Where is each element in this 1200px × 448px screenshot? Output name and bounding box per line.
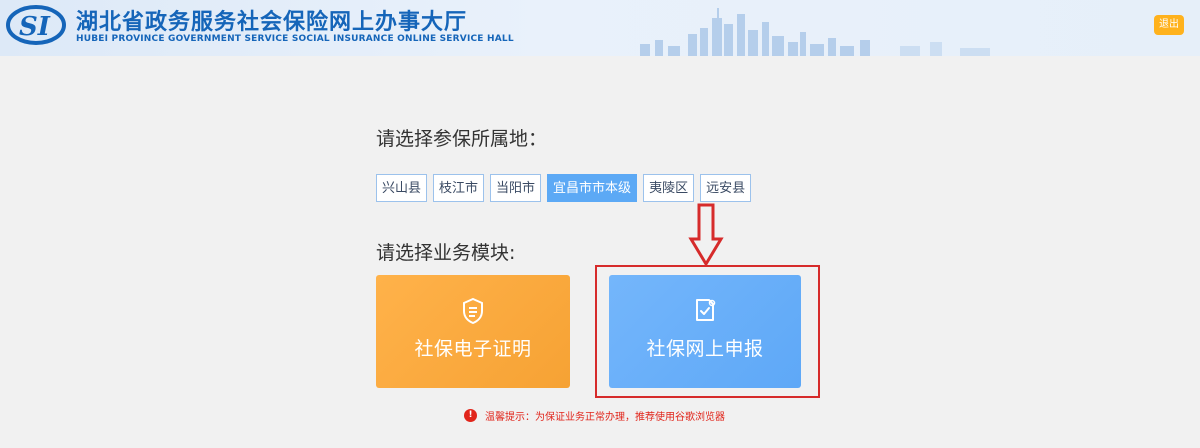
- region-option-yiling[interactable]: 夷陵区: [643, 174, 695, 202]
- city-skyline-decoration: [640, 8, 990, 56]
- site-subtitle: HUBEI PROVINCE GOVERNMENT SERVICE SOCIAL…: [76, 34, 514, 44]
- highlight-annotation-box: [595, 265, 820, 398]
- certificate-shield-icon: [463, 298, 483, 324]
- region-option-yuanan[interactable]: 远安县: [700, 174, 752, 202]
- region-heading: 请选择参保所属地：: [376, 128, 548, 150]
- logout-button[interactable]: 退出: [1154, 15, 1184, 35]
- notice-text: 温馨提示：为保证业务正常办理，推荐使用谷歌浏览器: [485, 412, 725, 423]
- region-option-yichang-city[interactable]: 宜昌市市本级: [547, 174, 638, 202]
- down-arrow-annotation: [688, 203, 724, 267]
- card-label: 社保电子证明: [414, 338, 532, 360]
- e-certificate-card[interactable]: 社保电子证明: [376, 275, 570, 388]
- module-heading: 请选择业务模块:: [376, 242, 516, 264]
- header-banner: SI 湖北省政务服务社会保险网上办事大厅 HUBEI PROVINCE GOVE…: [0, 0, 1200, 56]
- browser-notice: ! 温馨提示：为保证业务正常办理，推荐使用谷歌浏览器: [464, 408, 725, 423]
- svg-text:SI: SI: [19, 12, 51, 42]
- region-option-xingshan[interactable]: 兴山县: [376, 174, 428, 202]
- region-option-dangyang[interactable]: 当阳市: [490, 174, 542, 202]
- alert-icon: !: [464, 409, 477, 422]
- region-list: 兴山县 枝江市 当阳市 宜昌市市本级 夷陵区 远安县: [376, 174, 757, 202]
- site-title: 湖北省政务服务社会保险网上办事大厅: [76, 10, 468, 35]
- social-insurance-logo: SI: [6, 5, 66, 45]
- region-option-zhijiang[interactable]: 枝江市: [433, 174, 485, 202]
